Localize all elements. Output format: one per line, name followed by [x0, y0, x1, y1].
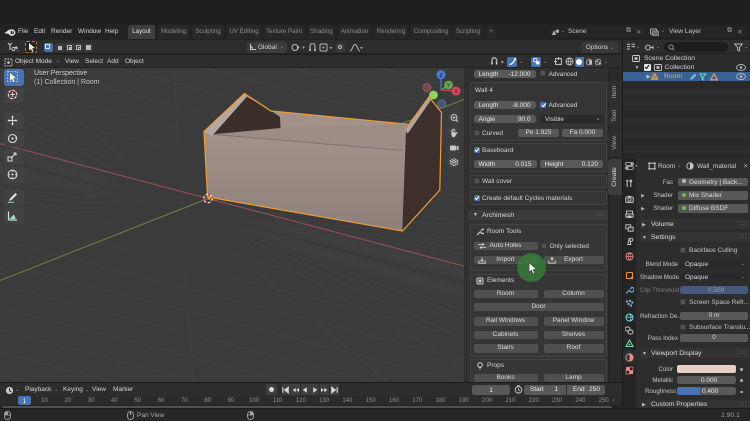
svg-text:Y: Y	[447, 83, 451, 89]
svg-text:X: X	[454, 89, 458, 95]
